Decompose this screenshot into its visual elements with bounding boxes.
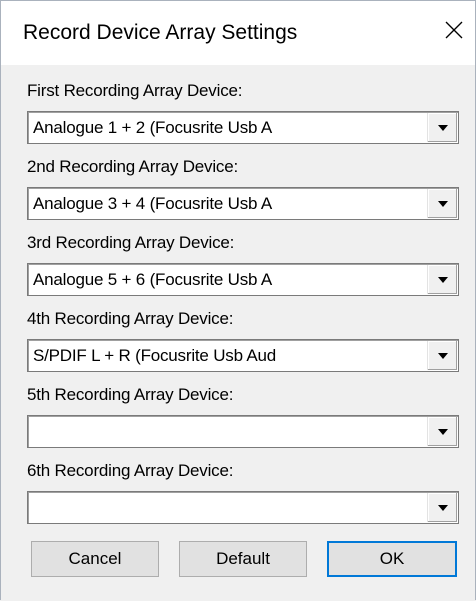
device-select-3[interactable]: Analogue 5 + 6 (Focusrite Usb A	[27, 263, 459, 296]
device-select-value-1: Analogue 1 + 2 (Focusrite Usb A	[33, 118, 273, 137]
device-select-2[interactable]: Analogue 3 + 4 (Focusrite Usb A	[27, 187, 459, 220]
close-button[interactable]	[439, 15, 469, 45]
dropdown-button-5[interactable]	[427, 417, 457, 446]
cancel-button[interactable]: Cancel	[31, 541, 159, 577]
chevron-down-icon	[437, 428, 448, 435]
dropdown-button-3[interactable]	[427, 265, 457, 294]
device-select-1[interactable]: Analogue 1 + 2 (Focusrite Usb A	[27, 111, 459, 144]
dialog-window: Record Device Array Settings First Recor…	[0, 0, 476, 601]
device-select-value-4: S/PDIF L + R (Focusrite Usb Aud	[33, 346, 277, 365]
device-label-6: 6th Recording Array Device:	[27, 461, 234, 480]
dropdown-button-4[interactable]	[427, 341, 457, 370]
chevron-down-icon	[437, 504, 448, 511]
chevron-down-icon	[437, 200, 448, 207]
device-label-5: 5th Recording Array Device:	[27, 385, 234, 404]
chevron-down-icon	[437, 276, 448, 283]
device-select-value-2: Analogue 3 + 4 (Focusrite Usb A	[33, 194, 273, 213]
device-label-2: 2nd Recording Array Device:	[27, 157, 238, 176]
device-select-5[interactable]	[27, 415, 459, 448]
close-x-icon	[445, 21, 463, 39]
default-button[interactable]: Default	[179, 541, 307, 577]
chevron-down-icon	[437, 352, 448, 359]
dialog-content: First Recording Array Device: Analogue 1…	[1, 65, 475, 601]
ok-button[interactable]: OK	[327, 541, 457, 577]
device-select-value-3: Analogue 5 + 6 (Focusrite Usb A	[33, 270, 273, 289]
dropdown-button-2[interactable]	[427, 189, 457, 218]
dropdown-button-6[interactable]	[427, 493, 457, 522]
chevron-down-icon	[437, 124, 448, 131]
title-bar: Record Device Array Settings	[1, 1, 475, 65]
device-label-3: 3rd Recording Array Device:	[27, 233, 235, 252]
device-label-1: First Recording Array Device:	[27, 81, 243, 100]
window-title: Record Device Array Settings	[23, 21, 298, 44]
device-select-4[interactable]: S/PDIF L + R (Focusrite Usb Aud	[27, 339, 459, 372]
device-select-6[interactable]	[27, 491, 459, 524]
device-label-4: 4th Recording Array Device:	[27, 309, 234, 328]
dropdown-button-1[interactable]	[427, 113, 457, 142]
